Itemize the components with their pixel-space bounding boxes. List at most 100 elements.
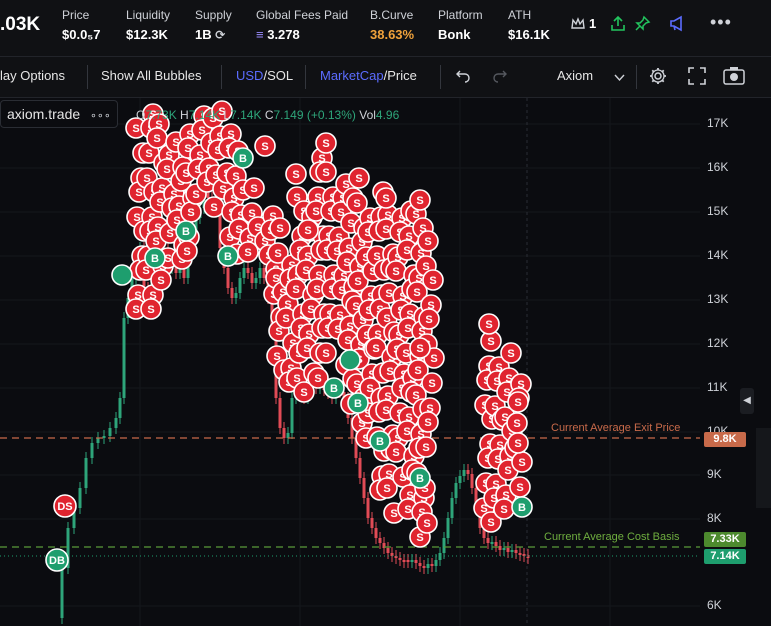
chart-provider-select[interactable]: Axiom — [557, 68, 593, 83]
sell-bubble[interactable]: S — [375, 187, 397, 209]
sell-bubble[interactable]: S — [507, 391, 529, 413]
buy-bubble[interactable]: B — [511, 496, 533, 518]
bubble-label: S — [424, 236, 431, 248]
bubble-label: S — [372, 343, 379, 355]
holders-button[interactable] — [570, 16, 586, 37]
buy-bubble[interactable]: B — [144, 247, 166, 269]
announce-button[interactable] — [668, 15, 686, 37]
bubble-label: S — [414, 365, 421, 377]
sell-bubble[interactable]: S — [509, 476, 531, 498]
buy-bubble[interactable]: B — [217, 245, 239, 267]
sell-bubble[interactable]: S — [315, 132, 337, 154]
legend-options-icon[interactable]: ∘∘∘ — [90, 110, 111, 122]
trader-avatar-bubble[interactable] — [339, 349, 361, 371]
sell-bubble[interactable]: S — [409, 189, 431, 211]
display-options-button[interactable]: lay Options — [0, 68, 65, 83]
sell-bubble[interactable]: S — [500, 342, 522, 364]
chevron-down-icon[interactable] — [614, 70, 625, 85]
toolbar-divider — [221, 65, 222, 89]
ohlc-open-value: 7.73K — [145, 108, 177, 122]
dev-buy-bubble[interactable]: DB — [45, 548, 69, 572]
sell-bubble[interactable]: S — [348, 167, 370, 189]
candle-body — [510, 550, 514, 552]
sell-bubble[interactable]: S — [421, 372, 443, 394]
sell-bubble[interactable]: S — [176, 240, 198, 262]
stat-bonding-curve-value: 38.63% — [370, 27, 415, 42]
y-axis-label: 16K — [707, 160, 729, 174]
screenshot-button[interactable] — [723, 66, 745, 88]
toolbar-divider — [636, 65, 637, 89]
bubble-label: S — [132, 304, 139, 316]
redo-button[interactable] — [492, 69, 508, 86]
sell-bubble[interactable]: S — [150, 269, 172, 291]
redo-icon — [493, 70, 507, 83]
buy-bubble[interactable]: B — [232, 147, 254, 169]
candle-body — [454, 483, 458, 498]
sell-bubble[interactable]: S — [269, 217, 291, 239]
sell-bubble[interactable]: S — [415, 436, 437, 458]
sell-bubble[interactable]: S — [417, 230, 439, 252]
stat-supply-number: 1B — [195, 27, 212, 42]
more-icon[interactable]: ••• — [710, 12, 732, 33]
candle-body — [226, 268, 230, 288]
sell-bubble[interactable]: S — [493, 498, 515, 520]
fullscreen-button[interactable] — [688, 67, 706, 88]
bubble-label: S — [142, 265, 149, 277]
metric-toggle[interactable]: MarketCap/Price — [320, 68, 417, 83]
bubble-label: DB — [49, 555, 65, 567]
sell-bubble[interactable]: S — [146, 127, 168, 149]
candle-body — [398, 558, 402, 560]
sell-bubble[interactable]: S — [507, 432, 529, 454]
sell-bubble[interactable]: S — [422, 269, 444, 291]
sell-bubble[interactable]: S — [511, 451, 533, 473]
sell-bubble[interactable]: S — [417, 411, 439, 433]
bubble-label: S — [135, 187, 142, 199]
buy-bubble[interactable]: B — [347, 392, 369, 414]
sell-bubble[interactable]: S — [409, 337, 431, 359]
candle-body — [238, 278, 242, 293]
buy-bubble[interactable]: B — [323, 377, 345, 399]
candle-body — [386, 548, 390, 553]
sell-bubble[interactable]: S — [285, 163, 307, 185]
pin-button[interactable] — [634, 15, 651, 37]
sell-bubble[interactable]: S — [315, 342, 337, 364]
dev-sell-bubble[interactable]: DS — [53, 494, 77, 518]
y-axis-label: 12K — [707, 336, 729, 350]
bubble-label: S — [514, 397, 521, 409]
sell-bubble[interactable]: S — [506, 412, 528, 434]
settings-button[interactable] — [648, 66, 668, 89]
sell-bubble[interactable]: S — [243, 177, 265, 199]
price-chart[interactable]: SSSSSSSSSSSSSSSSSSSSSSSSSSSSSSSSSSSSSSSS… — [0, 98, 771, 626]
sell-bubble[interactable]: S — [418, 308, 440, 330]
bubble-label: S — [404, 504, 411, 516]
trader-avatar-bubble[interactable] — [111, 264, 133, 286]
pin-icon — [635, 15, 651, 31]
buy-bubble[interactable]: B — [369, 430, 391, 452]
currency-toggle[interactable]: USD/SOL — [236, 68, 293, 83]
trade-bubbles[interactable]: SSSSSSSSSSSSSSSSSSSSSSSSSSSSSSSSSSSSSSSS… — [45, 100, 533, 572]
sell-bubble[interactable]: S — [385, 260, 407, 282]
sell-bubble[interactable]: S — [140, 298, 162, 320]
sell-bubble[interactable]: S — [203, 196, 225, 218]
show-all-bubbles-button[interactable]: Show All Bubbles — [101, 68, 201, 83]
buy-bubble[interactable]: B — [175, 220, 197, 242]
price-option[interactable]: Price — [387, 68, 417, 83]
market-cap-value: .03K — [0, 14, 41, 35]
sell-bubble[interactable]: S — [180, 201, 202, 223]
sell-bubble[interactable]: S — [315, 161, 337, 183]
buy-bubble[interactable]: B — [409, 467, 431, 489]
share-button[interactable] — [610, 15, 626, 37]
sell-bubble[interactable]: S — [478, 313, 500, 335]
bubble-label: S — [322, 138, 329, 150]
undo-button[interactable] — [455, 69, 471, 86]
candle-body — [258, 268, 262, 278]
chart-canvas[interactable]: SSSSSSSSSSSSSSSSSSSSSSSSSSSSSSSSSSSSSSSS… — [0, 98, 771, 626]
sell-bubble[interactable]: S — [254, 135, 276, 157]
collapse-panel-handle[interactable]: ◀ — [740, 388, 754, 414]
usd-option[interactable]: USD — [236, 68, 263, 83]
sol-option[interactable]: SOL — [267, 68, 293, 83]
refresh-icon[interactable]: ⟳ — [215, 28, 225, 42]
sell-bubble[interactable]: S — [297, 219, 319, 241]
marketcap-option[interactable]: MarketCap — [320, 68, 384, 83]
sell-bubble[interactable]: S — [416, 512, 438, 534]
